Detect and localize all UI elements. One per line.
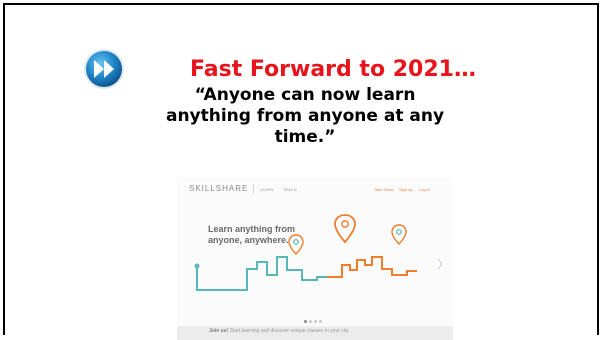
map-pin-icon [288,234,304,255]
carousel-dot[interactable] [314,320,317,323]
carousel-dot[interactable] [319,320,322,323]
orange-skyline-line [327,256,417,278]
chevron-right-icon [437,258,443,270]
slide-title: Fast Forward to 2021… [190,57,476,82]
signup-banner[interactable]: Join us! Start learning and discover uni… [177,326,453,340]
carousel-dot[interactable] [309,320,312,323]
signup-lead: Join us! [209,328,229,334]
map-pin-icon [334,214,356,244]
fast-forward-icon[interactable] [83,48,125,90]
skillshare-screenshot: SKILLSHARE LEARN TEACH Take Class Sign u… [177,177,453,340]
map-pin-icon [391,224,407,245]
signup-message: Start learning and discover unique class… [229,328,349,334]
teal-skyline-line [196,256,327,291]
skyline-illustration [194,214,443,291]
carousel-dots [304,308,324,327]
teal-start-dot [194,263,200,269]
carousel-dot[interactable] [304,320,307,323]
signup-text: Join us! Start learning and discover uni… [209,328,349,334]
slide-quote: “Anyone can now learn anything from anyo… [165,85,445,147]
slide: Fast Forward to 2021… “Anyone can now le… [3,3,599,340]
